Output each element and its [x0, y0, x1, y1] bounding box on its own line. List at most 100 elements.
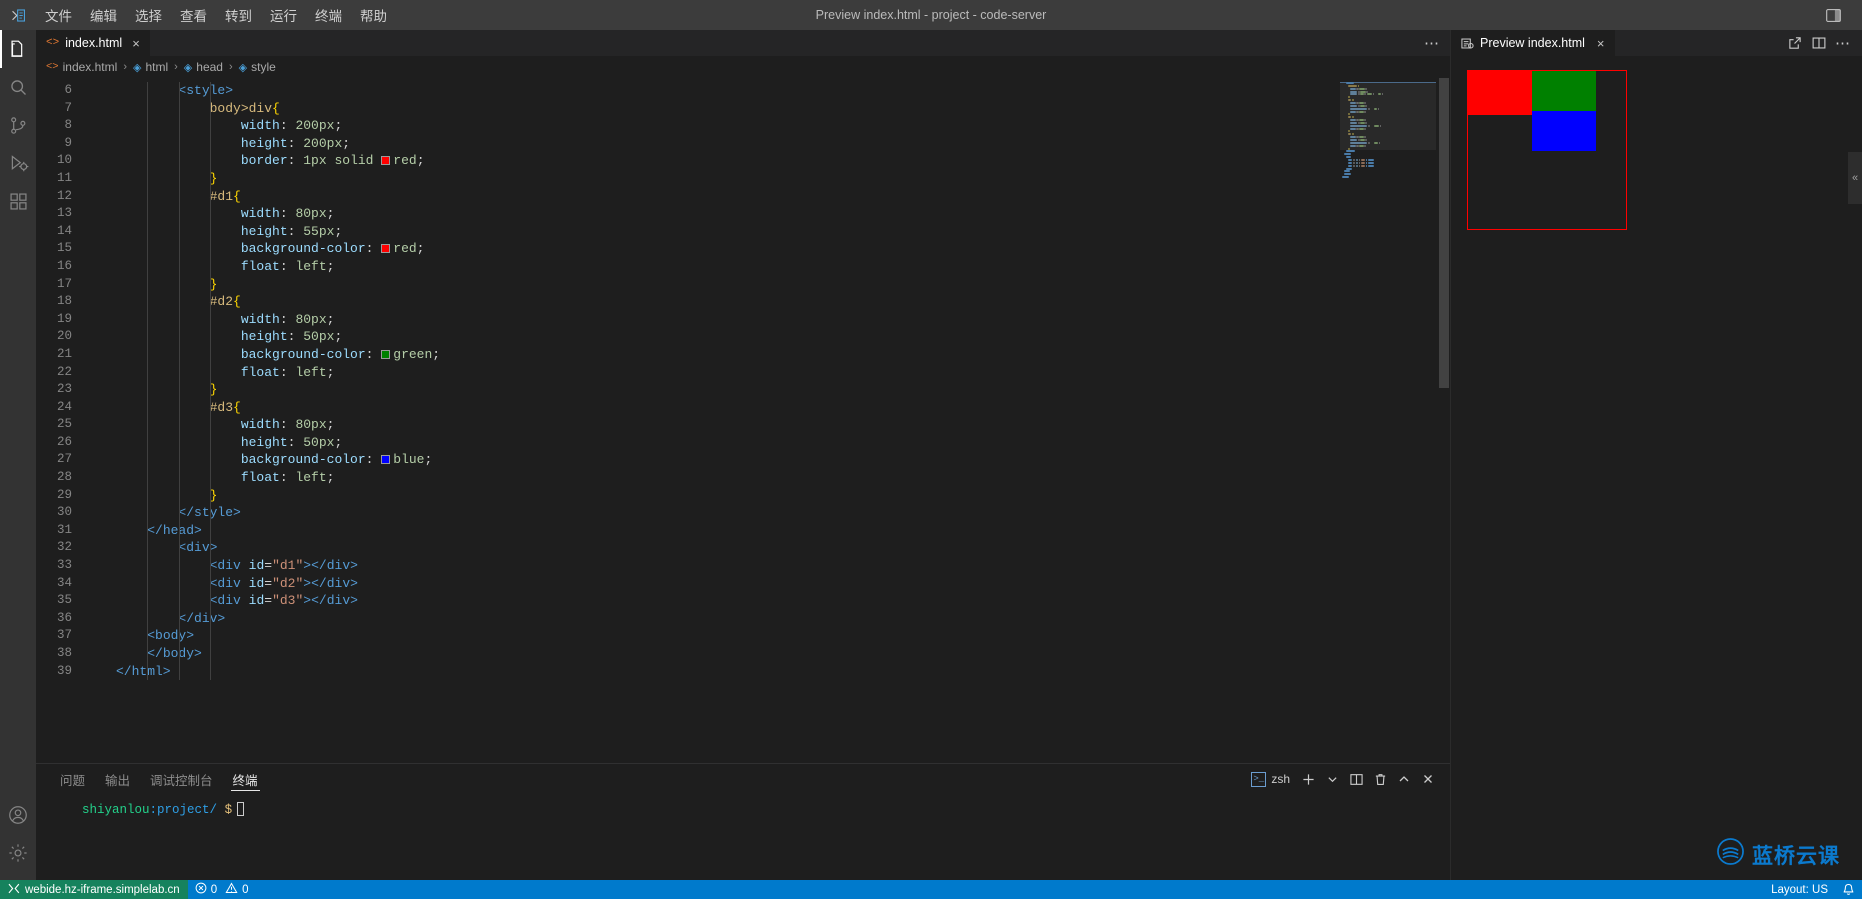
menu-run[interactable]: 运行 [261, 0, 306, 30]
code-editor[interactable]: 6 <style> 7 body>div{8 width: 200px; 9 hei… [36, 78, 1450, 763]
panel-tab-debug-console[interactable]: 调试控制台 [140, 764, 223, 794]
code-line-text: <div> [94, 539, 217, 557]
breadcrumb-item-head[interactable]: ◈ head [184, 60, 223, 74]
activity-search[interactable] [0, 68, 36, 106]
indent-guide [147, 82, 149, 681]
code-line-text: <style> [94, 82, 233, 100]
status-keyboard-layout[interactable]: Layout: US [1764, 884, 1835, 896]
code-line[interactable]: 28 float: left; [36, 469, 1450, 487]
code-token: body>div [209, 100, 273, 116]
more-actions-icon[interactable]: ⋯ [1832, 32, 1854, 54]
terminal-profile-dropdown-icon[interactable] [1322, 769, 1342, 789]
activity-accounts[interactable] [0, 796, 36, 834]
code-line[interactable]: 7 body>div{ [36, 100, 1450, 118]
preview-viewport[interactable]: « [1451, 56, 1862, 880]
code-line[interactable]: 17 } [36, 276, 1450, 294]
code-line[interactable]: 13 width: 80px; [36, 205, 1450, 223]
code-line[interactable]: 8 width: 200px; [36, 117, 1450, 135]
code-line[interactable]: 32 <div> [36, 539, 1450, 557]
code-line[interactable]: 14 height: 55px; [36, 223, 1450, 241]
code-line[interactable]: 22 float: left; [36, 364, 1450, 382]
editor-vertical-scrollbar[interactable] [1436, 78, 1450, 763]
split-editor-icon[interactable] [1808, 32, 1830, 54]
activity-run-debug[interactable] [0, 144, 36, 182]
scrollbar-thumb[interactable] [1439, 78, 1449, 388]
code-token: ; [432, 346, 441, 362]
code-line[interactable]: 31 </head> [36, 522, 1450, 540]
vscode-logo-icon [0, 7, 36, 24]
panel-tab-terminal[interactable]: 终端 [223, 764, 268, 794]
close-icon[interactable]: × [132, 36, 140, 51]
breadcrumb: <> index.html › ◈ html › ◈ head › ◈ styl… [36, 56, 1450, 78]
maximize-panel-button[interactable] [1394, 769, 1414, 789]
code-line[interactable]: 34 <div id="d2"></div> [36, 575, 1450, 593]
line-number: 17 [56, 276, 72, 291]
breadcrumb-item-file[interactable]: <> index.html [46, 60, 117, 74]
code-token: </div> [178, 610, 226, 626]
code-line[interactable]: 11 } [36, 170, 1450, 188]
code-lines: 6 <style> 7 body>div{8 width: 200px; 9 hei… [36, 78, 1450, 680]
code-line[interactable]: 10 border: 1px solid red; [36, 152, 1450, 170]
breadcrumb-item-style[interactable]: ◈ style [239, 60, 276, 74]
code-line[interactable]: 19 width: 80px; [36, 311, 1450, 329]
code-line[interactable]: 24 #d3{ [36, 399, 1450, 417]
code-line[interactable]: 27 background-color: blue; [36, 451, 1450, 469]
tab-preview-index-html[interactable]: Preview index.html × [1451, 30, 1615, 56]
code-line[interactable]: 35 <div id="d3"></div> [36, 592, 1450, 610]
code-line[interactable]: 33 <div id="d1"></div> [36, 557, 1450, 575]
kill-terminal-button[interactable] [1370, 769, 1390, 789]
activity-explorer[interactable] [0, 30, 36, 68]
code-line[interactable]: 6 <style> [36, 82, 1450, 100]
menu-edit[interactable]: 编辑 [81, 0, 126, 30]
code-line[interactable]: 20 height: 50px; [36, 328, 1450, 346]
breadcrumb-item-html[interactable]: ◈ html [133, 60, 168, 74]
activity-extensions[interactable] [0, 182, 36, 220]
code-line[interactable]: 38 </body> [36, 645, 1450, 663]
terminal-content[interactable]: shiyanlou:project/ $ [36, 794, 1450, 880]
menu-selection[interactable]: 选择 [126, 0, 171, 30]
chevron-left-icon[interactable]: « [1848, 152, 1862, 204]
menu-file[interactable]: 文件 [36, 0, 81, 30]
code-line[interactable]: 12 #d1{ [36, 188, 1450, 206]
close-icon[interactable]: × [1597, 36, 1605, 51]
code-line[interactable]: 36 </div> [36, 610, 1450, 628]
tab-index-html[interactable]: <> index.html × [36, 30, 151, 56]
panel-tab-output[interactable]: 输出 [95, 764, 140, 794]
code-line[interactable]: 15 background-color: red; [36, 240, 1450, 258]
menu-terminal[interactable]: 终端 [306, 0, 351, 30]
panel-tab-problems[interactable]: 问题 [50, 764, 95, 794]
code-line[interactable]: 25 width: 80px; [36, 416, 1450, 434]
code-token: ; [416, 241, 425, 257]
split-terminal-button[interactable] [1346, 769, 1366, 789]
layout-panel-icon[interactable] [1818, 2, 1848, 28]
code-line-text: background-color: red; [94, 240, 425, 258]
code-token: blue [393, 452, 425, 468]
code-line[interactable]: 23 } [36, 381, 1450, 399]
menu-help[interactable]: 帮助 [351, 0, 396, 30]
code-token: float [240, 364, 280, 380]
remote-icon [8, 883, 20, 897]
code-line[interactable]: 30 </style> [36, 504, 1450, 522]
close-panel-button[interactable] [1418, 769, 1438, 789]
menu-go[interactable]: 转到 [216, 0, 261, 30]
code-line[interactable]: 29 } [36, 487, 1450, 505]
code-line[interactable]: 39 </html> [36, 663, 1450, 681]
bell-icon[interactable] [1835, 883, 1862, 896]
activity-settings[interactable] [0, 834, 36, 872]
code-line[interactable]: 16 float: left; [36, 258, 1450, 276]
activity-source-control[interactable] [0, 106, 36, 144]
code-line[interactable]: 18 #d2{ [36, 293, 1450, 311]
code-token: <style> [178, 83, 234, 98]
code-line[interactable]: 9 height: 200px; [36, 135, 1450, 153]
code-scroll-area[interactable]: 6 <style> 7 body>div{8 width: 200px; 9 hei… [36, 78, 1450, 763]
terminal-shell-selector[interactable]: >_ zsh [1251, 771, 1294, 787]
code-line[interactable]: 37 <body> [36, 627, 1450, 645]
more-actions-icon[interactable]: ⋯ [1424, 34, 1440, 52]
code-line[interactable]: 21 background-color: green; [36, 346, 1450, 364]
status-remote-host[interactable]: webide.hz-iframe.simplelab.cn [0, 880, 188, 899]
status-problems[interactable]: 0 0 [188, 880, 256, 899]
code-line[interactable]: 26 height: 50px; [36, 434, 1450, 452]
open-external-icon[interactable] [1784, 32, 1806, 54]
new-terminal-button[interactable] [1298, 769, 1318, 789]
menu-view[interactable]: 查看 [171, 0, 216, 30]
